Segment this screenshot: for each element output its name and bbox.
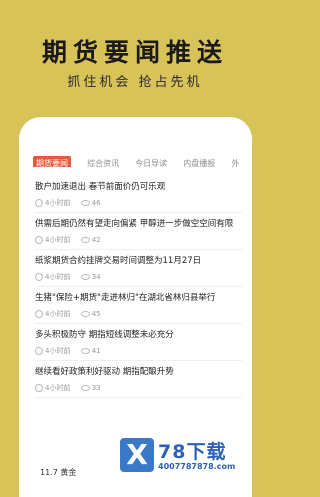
- x-logo-icon: X: [120, 438, 154, 472]
- promo-subtitle: 抓住机会 抢占先机: [67, 75, 203, 90]
- news-item[interactable]: 继续看好政策利好驱动 期指配酿升势 4小时前 33: [35, 361, 242, 398]
- news-time: 4小时前: [45, 384, 71, 392]
- category-tabs: 期货要闻 综合资讯 今日导读 内盘播报 外: [33, 151, 252, 167]
- clock-icon: [35, 384, 43, 392]
- tab-futures-news[interactable]: 期货要闻: [33, 156, 71, 167]
- news-title: 纸浆期货合约挂牌交易时间调整为11月27日: [35, 256, 202, 266]
- news-title: 生猪"保险+期货"走进林归"在湖北省林归县举行: [35, 293, 216, 303]
- news-views: 34: [91, 273, 101, 281]
- news-meta: 4小时前 46: [35, 198, 242, 208]
- news-time: 4小时前: [45, 347, 71, 355]
- news-list: 散户加速退出 春节前面价仍可乐观 4小时前 46 供需后期仍然有望走向偏紧 甲醇…: [35, 176, 242, 398]
- eye-icon: [80, 200, 90, 206]
- news-time: 4小时前: [45, 273, 71, 281]
- watermark-name: 78下载: [158, 441, 227, 463]
- eye-icon: [80, 237, 90, 243]
- clock-icon: [35, 199, 43, 207]
- news-time: 4小时前: [45, 310, 71, 318]
- watermark-logo: X 78下载 4007787878.com: [120, 434, 268, 478]
- clock-icon: [35, 347, 43, 355]
- news-views: 45: [91, 310, 101, 318]
- news-time: 4小时前: [45, 236, 71, 244]
- news-item[interactable]: 供需后期仍然有望走向偏紧 甲醇进一步做空空间有限 4小时前 42: [35, 213, 242, 250]
- tab-foreign[interactable]: 外: [231, 156, 239, 167]
- partial-news-item: 11.7 黄金: [40, 468, 77, 477]
- news-meta: 4小时前 41: [35, 346, 242, 356]
- promo-title: 期货要闻推送: [41, 38, 228, 67]
- news-title: 继续看好政策利好驱动 期指配酿升势: [35, 367, 174, 377]
- news-views: 42: [91, 236, 101, 244]
- news-item[interactable]: 散户加速退出 春节前面价仍可乐观 4小时前 46: [35, 176, 242, 213]
- clock-icon: [35, 273, 43, 281]
- news-meta: 4小时前 42: [35, 235, 242, 245]
- news-title: 供需后期仍然有望走向偏紧 甲醇进一步做空空间有限: [35, 219, 234, 229]
- news-meta: 4小时前 33: [35, 383, 242, 393]
- news-item[interactable]: 生猪"保险+期货"走进林归"在湖北省林归县举行 4小时前 45: [35, 287, 242, 324]
- tab-today-guide[interactable]: 今日导读: [135, 156, 167, 167]
- eye-icon: [80, 348, 90, 354]
- news-views: 46: [91, 199, 101, 207]
- tab-domestic-broadcast[interactable]: 内盘播报: [183, 156, 215, 167]
- tab-general-info[interactable]: 综合资讯: [87, 156, 119, 167]
- news-views: 33: [91, 384, 101, 392]
- news-title: 多头积极防守 期指短线调整未必充分: [35, 330, 174, 340]
- clock-icon: [35, 236, 43, 244]
- clock-icon: [35, 310, 43, 318]
- news-item[interactable]: 纸浆期货合约挂牌交易时间调整为11月27日 4小时前 34: [35, 250, 242, 287]
- eye-icon: [80, 274, 90, 280]
- eye-icon: [80, 311, 90, 317]
- eye-icon: [80, 385, 90, 391]
- news-time: 4小时前: [45, 199, 71, 207]
- news-title: 散户加速退出 春节前面价仍可乐观: [35, 182, 166, 192]
- news-meta: 4小时前 45: [35, 309, 242, 319]
- news-views: 41: [91, 347, 101, 355]
- news-item[interactable]: 多头积极防守 期指短线调整未必充分 4小时前 41: [35, 324, 242, 361]
- watermark-url: 4007787878.com: [158, 462, 236, 471]
- news-meta: 4小时前 34: [35, 272, 242, 282]
